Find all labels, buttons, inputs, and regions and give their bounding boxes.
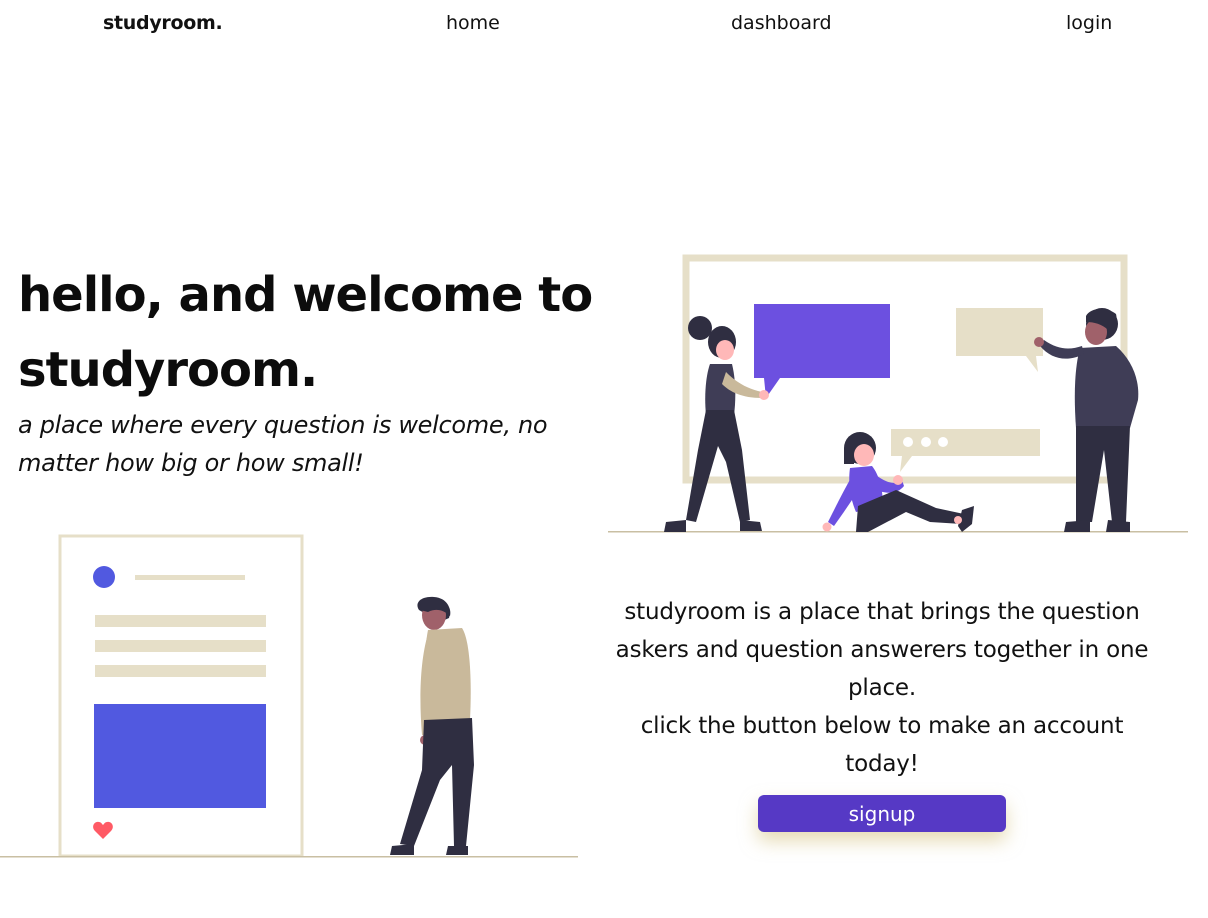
page: studyroom. home dashboard login hello, a… [0,0,1208,918]
hero-subtitle: a place where every question is welcome,… [18,411,548,477]
intro-blurb: studyroom is a place that brings the que… [612,593,1152,783]
signup-button[interactable]: signup [758,795,1006,832]
nav-login-link[interactable]: login [1066,12,1112,34]
top-nav: studyroom. home dashboard login [0,0,1208,52]
woman-standing [664,316,769,532]
blurb-line-1: studyroom is a place that brings the que… [615,599,1149,701]
post-card-illustration [0,534,578,858]
hero-title: hello, and welcome to studyroom. [18,267,593,398]
brand-logo[interactable]: studyroom. [103,12,223,34]
blurb-line-2: click the button below to make an accoun… [640,713,1124,777]
nav-dashboard-link[interactable]: dashboard [731,12,832,34]
discussion-illustration [608,254,1188,533]
walking-person [390,596,474,855]
nav-home-link[interactable]: home [446,12,500,34]
